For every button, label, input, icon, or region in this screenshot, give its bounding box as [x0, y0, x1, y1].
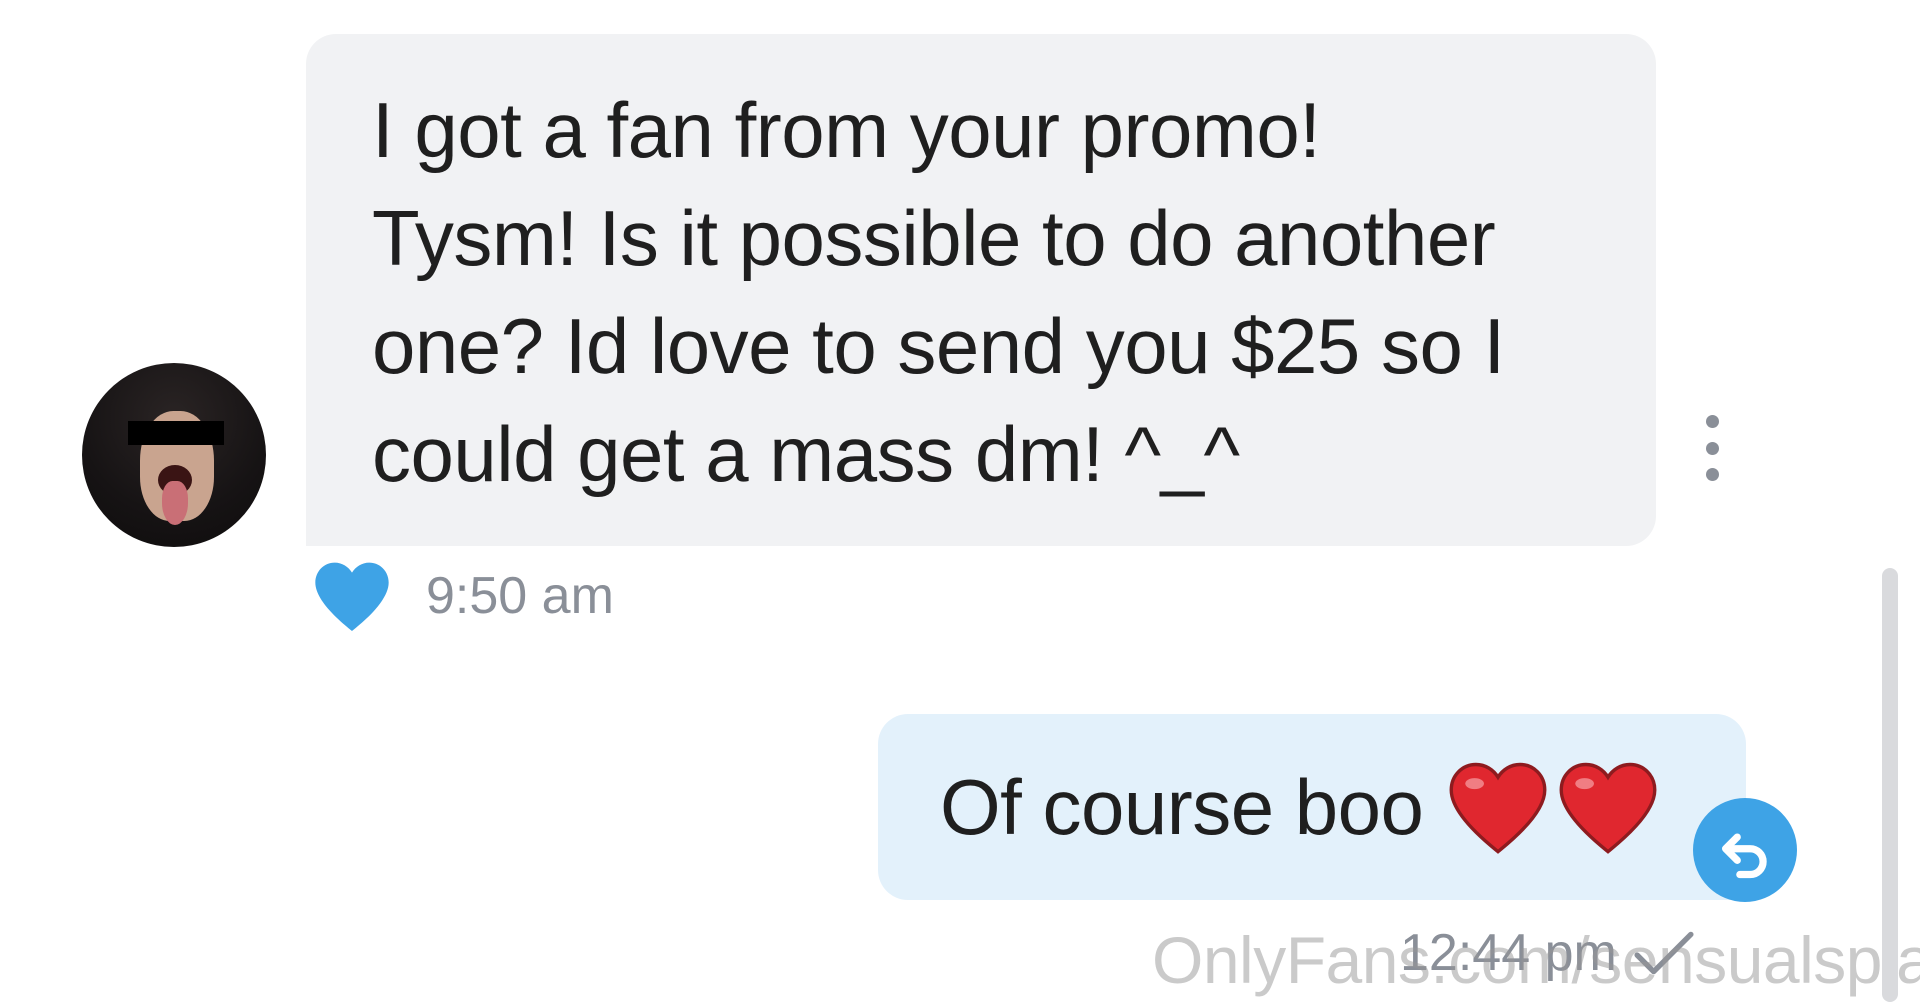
- incoming-message-meta: 9:50 am: [312, 556, 614, 636]
- outgoing-message-text: Of course boo: [940, 762, 1424, 851]
- incoming-message-text: I got a fan from your promo! Tysm! Is it…: [372, 86, 1505, 498]
- watermark: OnlyFans.com/sensualsplash: [1152, 923, 1920, 997]
- outgoing-message-emoji: [1447, 759, 1659, 855]
- avatar-tongue: [162, 481, 188, 525]
- scrollbar[interactable]: [1882, 568, 1898, 1002]
- chat-screen: I got a fan from your promo! Tysm! Is it…: [0, 0, 1920, 1002]
- undo-button[interactable]: [1693, 798, 1797, 902]
- more-dot: [1705, 468, 1719, 481]
- sender-avatar[interactable]: [82, 363, 266, 547]
- red-heart-icon: [1559, 762, 1657, 854]
- undo-icon: [1722, 833, 1767, 879]
- more-vertical-icon[interactable]: [1700, 415, 1724, 481]
- incoming-message-time: 9:50 am: [426, 567, 614, 625]
- avatar-censor-bar: [128, 421, 224, 445]
- outgoing-message-bubble[interactable]: Of course boo: [878, 714, 1746, 900]
- heart-icon[interactable]: [312, 559, 392, 633]
- more-dot: [1705, 415, 1719, 428]
- incoming-message-bubble[interactable]: I got a fan from your promo! Tysm! Is it…: [306, 34, 1656, 546]
- more-dot: [1705, 441, 1719, 455]
- red-heart-icon: [1449, 762, 1547, 854]
